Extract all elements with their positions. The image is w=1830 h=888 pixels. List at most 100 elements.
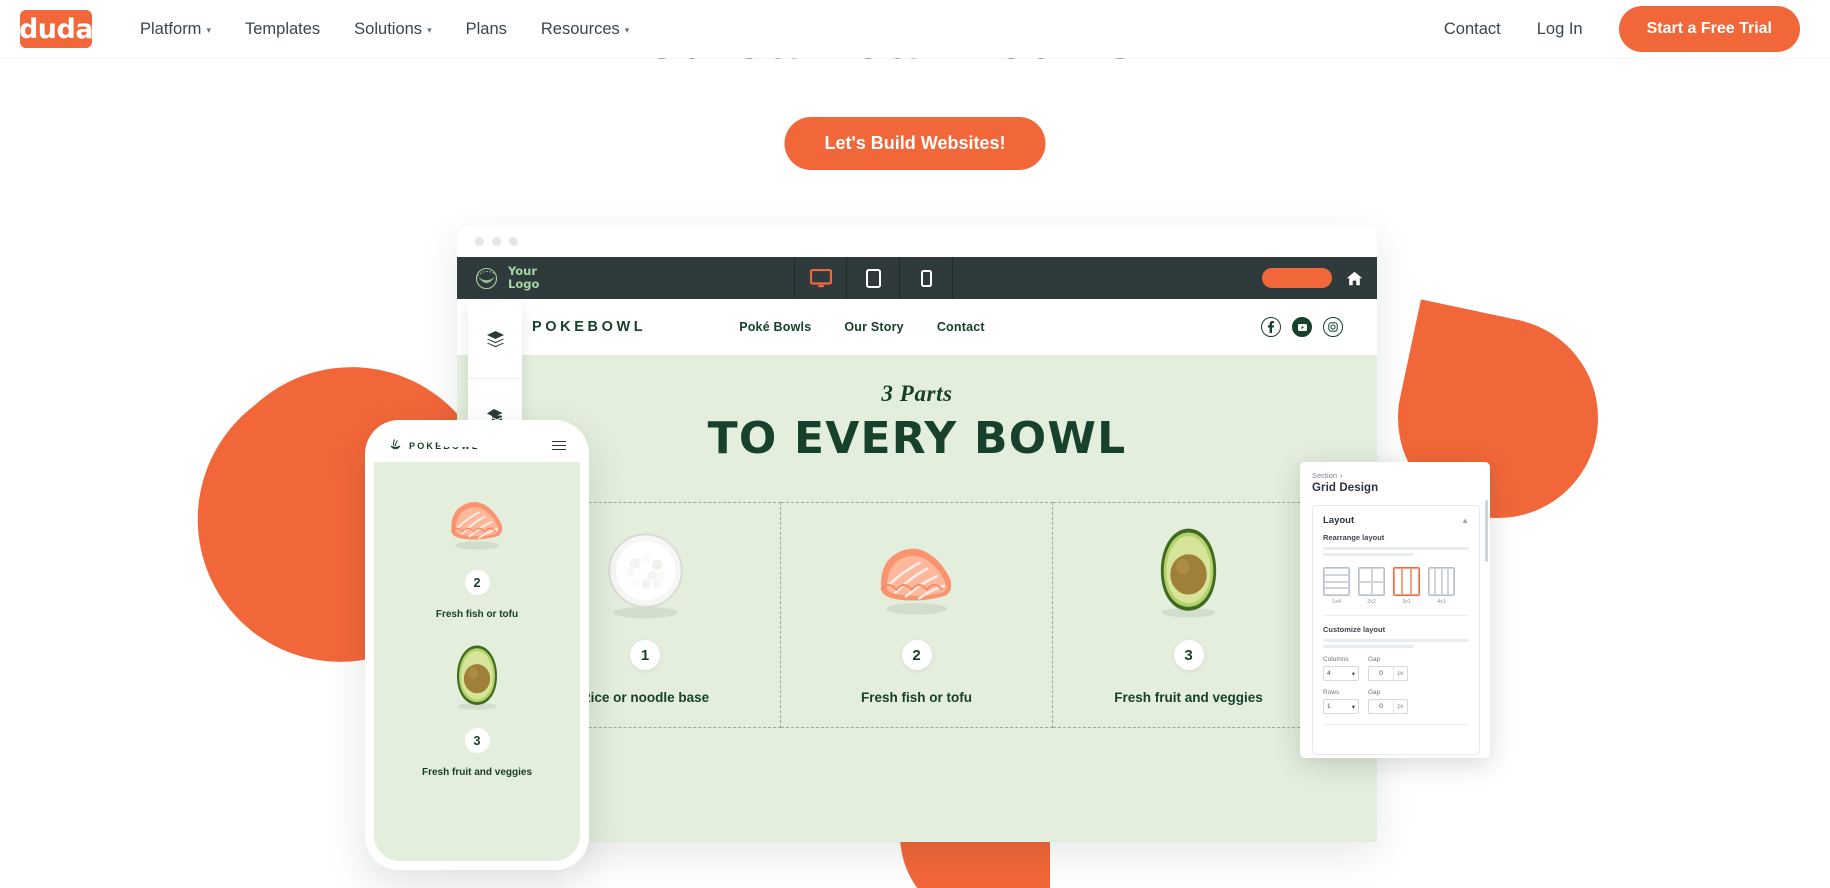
nav-item-login[interactable]: Log In bbox=[1537, 20, 1583, 39]
bowl-logo-icon bbox=[475, 267, 498, 289]
instagram-icon[interactable] bbox=[1323, 317, 1343, 337]
layers-icon bbox=[486, 331, 504, 348]
site-nav-contact[interactable]: Contact bbox=[937, 320, 985, 334]
site-nav-poke-bowls[interactable]: Poké Bowls bbox=[739, 320, 811, 334]
editor-logo-text: Your Logo bbox=[508, 265, 539, 291]
publish-button[interactable] bbox=[1262, 268, 1332, 288]
youtube-icon[interactable] bbox=[1292, 317, 1312, 337]
grid-cell-3[interactable]: 3 Fresh fruit and veggies bbox=[1053, 502, 1325, 728]
device-desktop-button[interactable] bbox=[794, 257, 847, 299]
nav-item-platform[interactable]: Platform ▾ bbox=[140, 20, 211, 39]
columns-row: Columns 4 ▾ Gap 0 px bbox=[1323, 656, 1469, 681]
nav-item-platform-label: Platform bbox=[140, 19, 202, 38]
start-free-trial-button[interactable]: Start a Free Trial bbox=[1618, 6, 1800, 52]
skeleton-line bbox=[1323, 639, 1469, 642]
customize-layout-label: Customize layout bbox=[1323, 625, 1386, 634]
rows-label: Rows bbox=[1323, 689, 1340, 696]
rows-gap-input[interactable]: 0 px bbox=[1368, 699, 1408, 714]
secondary-nav: Contact Log In Start a Free Trial bbox=[1444, 6, 1810, 52]
grid-cell-1-number: 1 bbox=[630, 640, 660, 670]
skeleton-line bbox=[1323, 547, 1469, 550]
nav-item-solutions[interactable]: Solutions ▾ bbox=[354, 20, 431, 39]
sidebar-item-layers[interactable] bbox=[468, 302, 522, 378]
site-preview-header: POKEBOWL Poké Bowls Our Story Contact bbox=[457, 299, 1377, 355]
columns-gap-input[interactable]: 0 px bbox=[1368, 666, 1408, 681]
breadcrumb[interactable]: Section › bbox=[1312, 471, 1480, 480]
grid-cell-1-label: Rice or noodle base bbox=[580, 690, 710, 705]
layout-section-header[interactable]: Layout ▲ bbox=[1323, 515, 1469, 526]
columns-field: Columns 4 ▾ bbox=[1323, 656, 1359, 681]
nav-item-plans[interactable]: Plans bbox=[466, 20, 507, 39]
primary-nav: Platform ▾ Templates Solutions ▾ Plans R… bbox=[140, 20, 629, 39]
nav-item-plans-label: Plans bbox=[465, 19, 507, 38]
divider bbox=[1323, 615, 1469, 616]
site-preview-body: 3 Parts TO EVERY BOWL 1 Rice or noodle b… bbox=[457, 355, 1377, 842]
grid-cell-2-number: 2 bbox=[901, 640, 932, 670]
browser-chrome bbox=[457, 225, 1377, 257]
rows-row: Rows 1 ▾ Gap 0 px bbox=[1323, 689, 1469, 714]
layout-preset-4x1-thumb bbox=[1428, 567, 1455, 596]
layout-section-card: Layout ▲ Rearrange layout 1x4 2x2 3x1 4x… bbox=[1312, 505, 1480, 755]
grid-cell-2-label: Fresh fish or tofu bbox=[861, 690, 972, 705]
mobile-grid-item-1-number: 2 bbox=[464, 570, 490, 595]
mobile-grid-item-1[interactable]: 2 Fresh fish or tofu bbox=[374, 462, 580, 620]
nav-item-resources-label: Resources bbox=[540, 19, 620, 38]
columns-select[interactable]: 4 ▾ bbox=[1323, 666, 1359, 681]
rows-gap-field: Gap 0 px bbox=[1368, 689, 1408, 714]
chevron-down-icon: ▾ bbox=[1351, 703, 1355, 711]
layout-preset-3x1[interactable]: 3x1 bbox=[1393, 567, 1420, 605]
nav-item-contact[interactable]: Contact bbox=[1444, 20, 1501, 39]
site-nav-our-story[interactable]: Our Story bbox=[844, 320, 903, 334]
nav-item-templates-label: Templates bbox=[244, 19, 321, 38]
rows-gap-unit: px bbox=[1393, 700, 1407, 713]
layout-preset-4x1-caption: 4x1 bbox=[1437, 599, 1446, 605]
grid-cell-3-label: Fresh fruit and veggies bbox=[1114, 690, 1263, 705]
rows-gap-label: Gap bbox=[1368, 689, 1381, 696]
layout-section-title: Layout bbox=[1323, 515, 1355, 526]
layout-presets: 1x4 2x2 3x1 4x1 bbox=[1323, 567, 1469, 605]
home-icon[interactable] bbox=[1346, 271, 1363, 286]
pokebowl-leaf-icon bbox=[390, 439, 401, 450]
chevron-down-icon: ▾ bbox=[206, 24, 211, 35]
rearrange-layout-label: Rearrange layout bbox=[1323, 533, 1385, 542]
window-close-dot[interactable] bbox=[475, 236, 484, 246]
lets-build-websites-button[interactable]: Let's Build Websites! bbox=[784, 117, 1046, 170]
mobile-grid-item-2[interactable]: 3 Fresh fruit and veggies bbox=[374, 620, 580, 778]
layout-preset-1x4-thumb bbox=[1323, 567, 1350, 596]
hamburger-menu-icon[interactable] bbox=[552, 440, 566, 451]
panel-title: Grid Design bbox=[1312, 482, 1379, 494]
chevron-up-icon[interactable]: ▲ bbox=[1461, 516, 1469, 525]
site-logo-name: POKEBOWL bbox=[532, 319, 647, 335]
mobile-grid-item-2-label: Fresh fruit and veggies bbox=[421, 767, 533, 778]
facebook-icon[interactable] bbox=[1261, 317, 1281, 337]
rice-bowl-image bbox=[607, 533, 683, 619]
rows-select[interactable]: 1 ▾ bbox=[1323, 699, 1359, 714]
skeleton-line bbox=[1323, 645, 1414, 648]
nav-item-templates[interactable]: Templates bbox=[245, 20, 320, 39]
layout-preset-4x1[interactable]: 4x1 bbox=[1428, 567, 1455, 605]
layout-preset-2x2[interactable]: 2x2 bbox=[1358, 567, 1385, 605]
site-script-heading: 3 Parts bbox=[881, 381, 953, 406]
rows-gap-value: 0 bbox=[1379, 703, 1383, 710]
tablet-icon bbox=[865, 268, 881, 288]
window-minimize-dot[interactable] bbox=[492, 236, 501, 246]
avocado-image bbox=[1160, 528, 1217, 618]
editor-site-logo[interactable]: Your Logo bbox=[457, 265, 539, 291]
salmon-image bbox=[880, 548, 952, 615]
nav-item-resources[interactable]: Resources ▾ bbox=[541, 20, 629, 39]
grid-section: 1 Rice or noodle base 2 Fresh fish or to… bbox=[509, 502, 1325, 728]
nav-item-solutions-label: Solutions bbox=[354, 19, 423, 38]
grid-cell-2[interactable]: 2 Fresh fish or tofu bbox=[781, 502, 1053, 728]
rows-value: 1 bbox=[1327, 703, 1331, 710]
columns-label: Columns bbox=[1323, 656, 1349, 663]
editor-toolbar: Your Logo bbox=[457, 257, 1377, 299]
panel-scrollbar[interactable] bbox=[1485, 500, 1488, 562]
phone-notch bbox=[435, 429, 519, 447]
layout-preset-1x4[interactable]: 1x4 bbox=[1323, 567, 1350, 605]
grid-design-panel: Section › Grid Design Layout ▲ Rearrange… bbox=[1300, 462, 1490, 758]
duda-logo[interactable]: duda bbox=[19, 10, 94, 48]
top-navigation-bar: duda Platform ▾ Templates Solutions ▾ Pl… bbox=[0, 0, 1830, 58]
window-maximize-dot[interactable] bbox=[509, 236, 518, 246]
device-mobile-button[interactable] bbox=[900, 257, 953, 299]
device-tablet-button[interactable] bbox=[847, 257, 900, 299]
